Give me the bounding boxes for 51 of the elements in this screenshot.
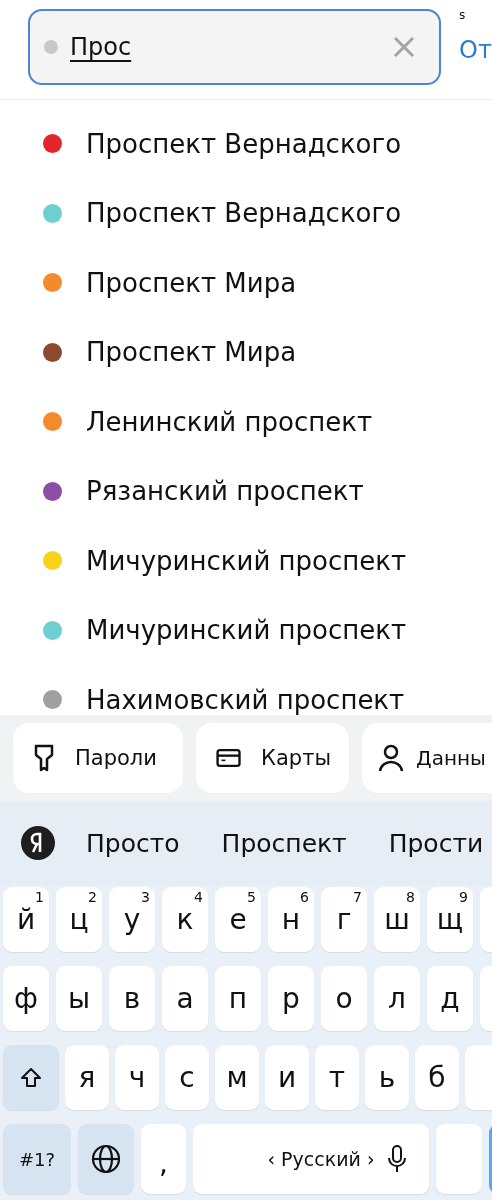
station-name[interactable]: Проспект Мира bbox=[86, 337, 297, 368]
keyboard-key[interactable]: м bbox=[215, 1045, 259, 1110]
globe-icon bbox=[91, 1144, 121, 1174]
station-name[interactable]: Рязанский проспект bbox=[86, 476, 364, 507]
autofill-chip[interactable]: Карты bbox=[196, 723, 349, 793]
keyboard-key[interactable]: я bbox=[65, 1045, 109, 1110]
card-icon bbox=[216, 746, 242, 770]
language-label: ‹ Русский › bbox=[267, 1148, 375, 1170]
comma-key[interactable]: , bbox=[141, 1124, 186, 1194]
cancel-link[interactable]: От bbox=[459, 36, 492, 64]
keyboard-key[interactable]: ф bbox=[3, 966, 49, 1031]
shift-key[interactable] bbox=[3, 1045, 59, 1110]
station-name[interactable]: Нахимовский проспект bbox=[86, 684, 405, 715]
keyboard-key[interactable]: ы bbox=[56, 966, 102, 1031]
keyboard-key[interactable] bbox=[436, 1124, 482, 1194]
station-name[interactable]: Проспект Мира bbox=[86, 267, 297, 298]
keyboard-key[interactable]: б bbox=[415, 1045, 459, 1110]
keyboard-key[interactable]: и bbox=[265, 1045, 309, 1110]
keyboard-key[interactable]: т bbox=[315, 1045, 359, 1110]
station-name[interactable]: Проспект Вернадского bbox=[86, 128, 402, 159]
station-name[interactable]: Мичуринский проспект bbox=[86, 615, 407, 646]
close-icon[interactable] bbox=[393, 36, 415, 58]
corner-text: s bbox=[459, 7, 467, 24]
keyboard-key[interactable]: ч bbox=[115, 1045, 159, 1110]
yandex-logo-icon bbox=[20, 825, 56, 861]
keyboard-key[interactable]: д bbox=[427, 966, 473, 1031]
keyboard-key[interactable]: р bbox=[268, 966, 314, 1031]
status-dot bbox=[44, 40, 58, 54]
space-key[interactable]: ‹ Русский › bbox=[193, 1124, 429, 1194]
keyboard-key[interactable]: с bbox=[165, 1045, 209, 1110]
person-icon bbox=[378, 743, 404, 773]
station-name[interactable]: Ленинский проспект bbox=[86, 406, 373, 437]
keyboard-key[interactable]: а bbox=[162, 966, 208, 1031]
autofill-chip[interactable]: Данны bbox=[362, 723, 492, 793]
suggestion[interactable]: Просто bbox=[86, 828, 180, 858]
suggestion[interactable]: Проспект bbox=[221, 828, 347, 858]
keyboard-key[interactable]: п bbox=[215, 966, 261, 1031]
keyboard-key[interactable]: о bbox=[321, 966, 367, 1031]
keyboard-key[interactable]: в bbox=[109, 966, 155, 1031]
station-name[interactable]: Проспект Вернадского bbox=[86, 198, 402, 229]
keyboard-key[interactable]: ь bbox=[365, 1045, 409, 1110]
microphone-icon[interactable] bbox=[387, 1144, 407, 1174]
symbols-key[interactable]: #1? bbox=[3, 1124, 71, 1194]
language-key[interactable] bbox=[78, 1124, 134, 1194]
autofill-chip[interactable]: Пароли bbox=[13, 723, 183, 793]
station-name[interactable]: Мичуринский проспект bbox=[86, 545, 407, 576]
suggestion[interactable]: Прости bbox=[388, 828, 484, 858]
search-field[interactable]: Прос bbox=[28, 9, 441, 85]
keyboard-key[interactable]: л bbox=[374, 966, 420, 1031]
shift-icon bbox=[20, 1066, 42, 1089]
search-text: Прос bbox=[70, 33, 133, 61]
